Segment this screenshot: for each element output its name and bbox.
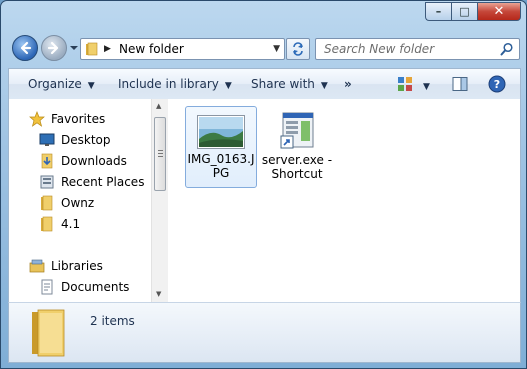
chevron-right-icon[interactable]: ▶ (104, 44, 111, 54)
file-name-line: Shortcut (271, 167, 323, 181)
recent-places-icon (40, 175, 54, 189)
file-name: server.exe - Shortcut (261, 153, 333, 181)
arrow-right-icon (47, 41, 59, 55)
grip-line (158, 156, 163, 157)
sidebar-item-label: Documents (61, 280, 130, 294)
maximize-icon: □ (459, 5, 470, 18)
grip-line (158, 153, 163, 154)
sidebar-item-4-1[interactable]: 4.1 (39, 214, 80, 234)
minimize-button[interactable]: – (425, 2, 451, 21)
file-name: IMG_0163.J PG (186, 152, 256, 180)
chevron-down-icon: ▼ (423, 82, 430, 92)
search-placeholder[interactable]: Search New folder (324, 42, 434, 56)
share-with-menu[interactable]: Share with ▼ (251, 77, 328, 91)
view-options-dropdown[interactable]: ▼ (423, 78, 430, 92)
sidebar-item-desktop[interactable]: Desktop (39, 130, 111, 150)
chevron-down-icon: ▼ (224, 81, 232, 91)
sidebar-item-documents[interactable]: Documents (39, 277, 129, 297)
downloads-folder-icon (41, 153, 53, 169)
libraries-icon (29, 259, 45, 273)
sidebar-item-ownz[interactable]: Ownz (39, 193, 94, 213)
refresh-icon (293, 42, 303, 56)
close-button[interactable]: ✕ (477, 2, 521, 21)
file-list: IMG_0163.J PG server.exe - Shortcut (168, 99, 520, 302)
scroll-down-icon[interactable]: ▼ (156, 290, 161, 298)
help-button[interactable]: ? (488, 75, 506, 97)
folder-large-icon (32, 309, 65, 357)
scroll-up-icon[interactable]: ▲ (156, 102, 161, 110)
sidebar-header-libraries[interactable]: Libraries (29, 256, 103, 276)
include-in-library-label: Include in library (118, 77, 219, 91)
navigation-pane: Favorites Desktop Downloads Recent Place… (9, 99, 151, 302)
search-icon[interactable] (500, 42, 514, 56)
organize-label: Organize (28, 77, 82, 91)
file-name-line: server.exe - (261, 153, 333, 167)
folder-icon (86, 42, 98, 56)
preview-pane-button[interactable] (452, 76, 468, 96)
shortcut-file-icon (280, 112, 314, 149)
navigation-pane-scrollbar[interactable]: ▲ ▼ (151, 99, 168, 302)
folder-icon (41, 195, 53, 211)
desktop-icon (39, 133, 55, 146)
sidebar-item-downloads[interactable]: Downloads (39, 151, 127, 171)
content-area: Favorites Desktop Downloads Recent Place… (8, 99, 521, 302)
star-icon (29, 111, 45, 127)
documents-icon (41, 279, 53, 295)
sidebar-item-label: Ownz (61, 196, 95, 210)
caption-buttons: – □ ✕ (425, 2, 521, 21)
help-icon: ? (488, 75, 506, 93)
sidebar-item-label: 4.1 (61, 217, 81, 231)
svg-text:?: ? (494, 78, 500, 91)
folder-icon (41, 216, 53, 232)
share-with-label: Share with (251, 77, 315, 91)
details-pane: 2 items (8, 302, 521, 363)
view-grid-icon (398, 77, 412, 91)
sidebar-item-label: Downloads (61, 154, 127, 168)
title-bar[interactable]: – □ ✕ (1, 1, 526, 35)
scrollbar-thumb[interactable] (154, 117, 166, 191)
recent-locations-icon[interactable] (69, 43, 79, 53)
sidebar-item-recent-places[interactable]: Recent Places (39, 172, 144, 192)
file-name-line: IMG_0163.J (187, 152, 255, 166)
minimize-icon: – (435, 5, 442, 18)
preview-pane-icon (452, 77, 468, 91)
command-toolbar: Organize ▼ Include in library ▼ Share with… (8, 68, 521, 99)
file-item-server-shortcut[interactable]: server.exe - Shortcut (261, 106, 333, 188)
refresh-button[interactable] (286, 38, 310, 60)
favorites-label: Favorites (51, 112, 106, 126)
explorer-window: – □ ✕ ▶ New folder ▼ Search New folder O… (0, 0, 527, 369)
item-count: 2 items (90, 314, 135, 328)
maximize-button[interactable]: □ (451, 2, 477, 21)
file-item-img-0163[interactable]: IMG_0163.J PG (185, 106, 257, 188)
sidebar-item-label: Recent Places (61, 175, 145, 189)
libraries-label: Libraries (51, 259, 103, 273)
forward-button[interactable] (41, 35, 67, 61)
close-icon: ✕ (493, 4, 505, 19)
chevron-down-icon: ▼ (320, 81, 328, 91)
file-name-line: PG (212, 166, 230, 180)
grip-line (158, 150, 163, 151)
organize-menu[interactable]: Organize ▼ (28, 77, 95, 91)
chevron-down-icon[interactable]: ▼ (273, 44, 280, 54)
search-box[interactable]: Search New folder (315, 38, 520, 60)
sidebar-header-favorites[interactable]: Favorites (29, 109, 105, 129)
sidebar-item-label: Desktop (61, 133, 111, 147)
address-path[interactable]: New folder (119, 42, 184, 56)
chevron-down-icon: ▼ (87, 81, 95, 91)
address-bar[interactable]: ▶ New folder ▼ (80, 38, 285, 60)
arrow-left-icon (20, 41, 32, 55)
more-commands-button[interactable]: » (344, 77, 352, 91)
include-in-library-menu[interactable]: Include in library ▼ (118, 77, 232, 91)
change-view-button[interactable] (397, 76, 413, 96)
image-file-icon (197, 115, 245, 149)
navigation-bar: ▶ New folder ▼ Search New folder (1, 35, 526, 65)
back-button[interactable] (12, 35, 38, 61)
